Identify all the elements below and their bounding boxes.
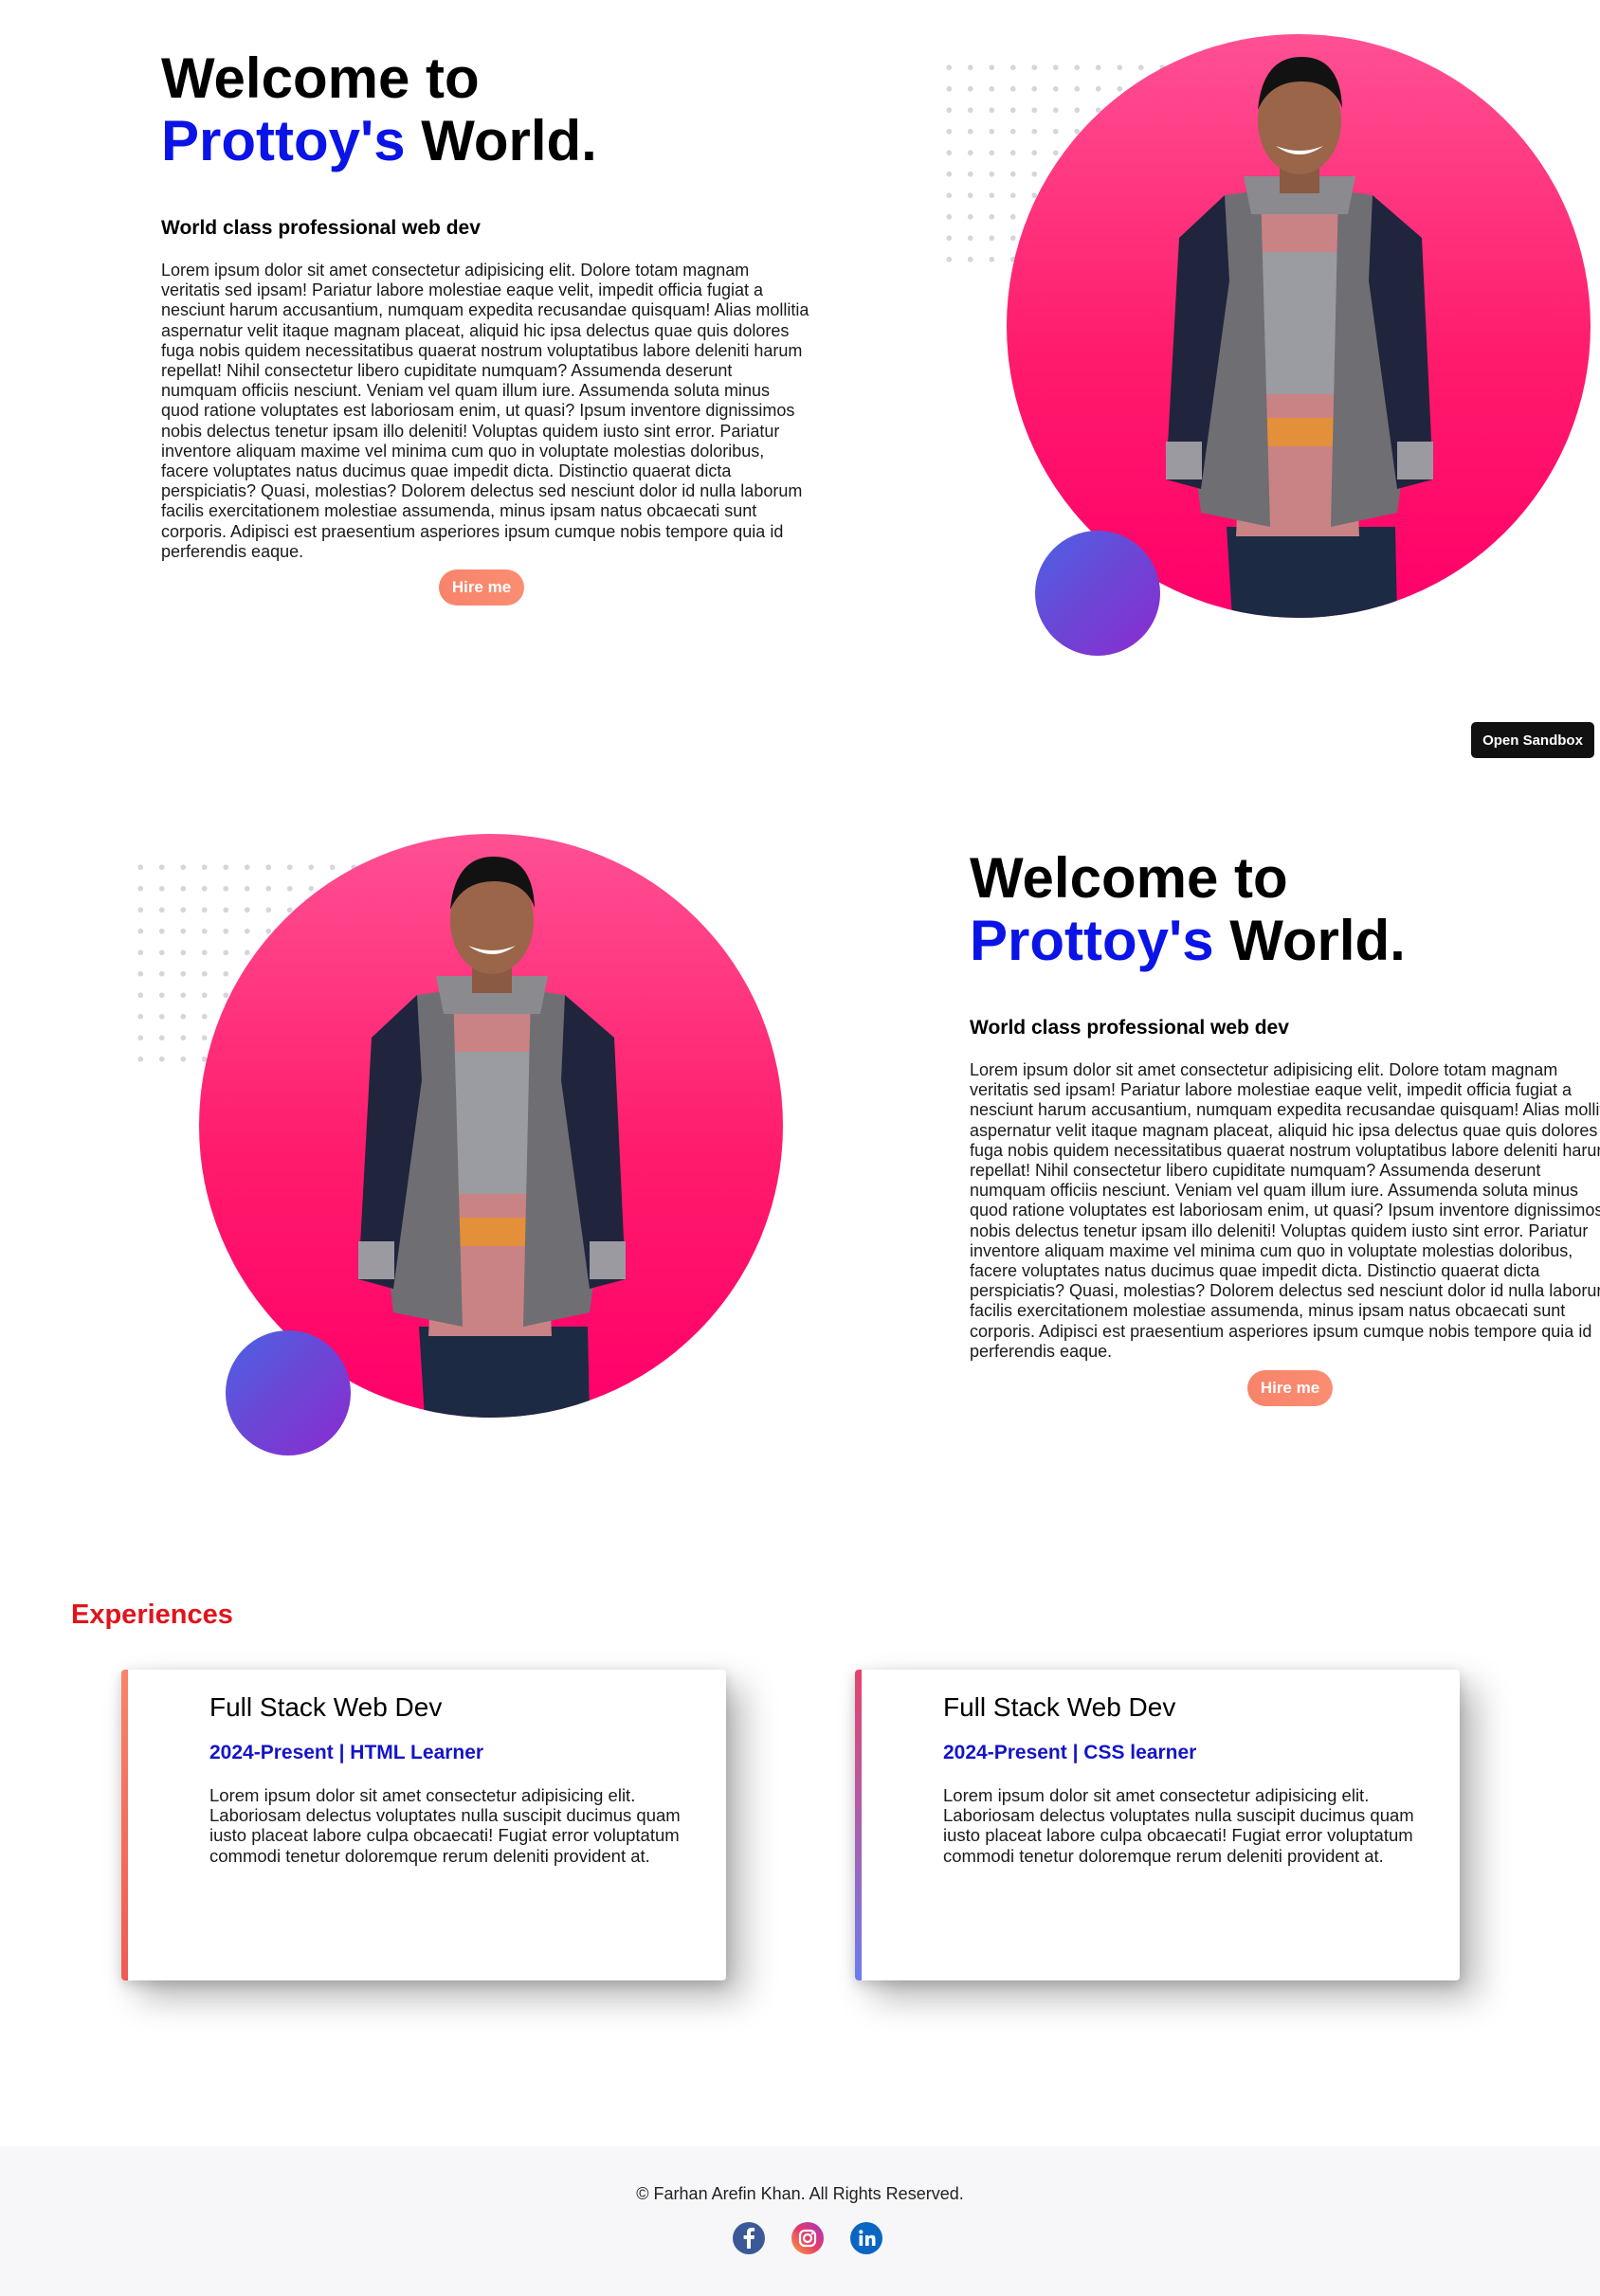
hero-title-rest: World. <box>405 109 597 172</box>
hero-title-line1: Welcome to <box>970 846 1288 910</box>
hero-body-clip: Lorem ipsum dolor sit amet consectetur a… <box>970 1060 1600 1364</box>
facebook-icon[interactable] <box>733 2222 765 2254</box>
experiences-heading: Experiences <box>71 1600 233 1630</box>
hero-title: Welcome to Prottoy's World. <box>970 847 1557 972</box>
hero-body: Lorem ipsum dolor sit amet consectetur a… <box>161 261 809 561</box>
hero-title-name: Prottoy's <box>970 909 1214 972</box>
experience-period: 2024-Present | HTML Learner <box>209 1742 484 1763</box>
hero-title-rest: World. <box>1213 909 1406 972</box>
experience-period: 2024-Present | CSS learner <box>943 1742 1197 1763</box>
instagram-icon[interactable] <box>791 2222 824 2254</box>
hero-title-name: Prottoy's <box>161 109 406 172</box>
hero-subtitle: World class professional web dev <box>161 217 481 239</box>
experience-card: Full Stack Web Dev 2024-Present | CSS le… <box>855 1670 1460 1980</box>
linkedin-icon[interactable] <box>850 2222 882 2254</box>
experience-card: Full Stack Web Dev 2024-Present | HTML L… <box>121 1670 726 1980</box>
experience-accent-bar <box>855 1670 862 1980</box>
experience-description: Lorem ipsum dolor sit amet consectetur a… <box>209 1785 681 1866</box>
copyright-text: © Farhan Arefin Khan. All Rights Reserve… <box>636 2184 964 2203</box>
experience-accent-bar <box>121 1670 128 1980</box>
hero-subtitle: World class professional web dev <box>970 1017 1289 1039</box>
hero-body: Lorem ipsum dolor sit amet consectetur a… <box>970 1060 1600 1361</box>
decorative-purple-circle <box>1035 531 1160 656</box>
hero-title: Welcome to Prottoy's World. <box>161 47 730 172</box>
experience-role: Full Stack Web Dev <box>209 1692 443 1722</box>
hero-title-line1: Welcome to <box>161 46 480 110</box>
footer: © Farhan Arefin Khan. All Rights Reserve… <box>0 2146 1600 2296</box>
experience-description: Lorem ipsum dolor sit amet consectetur a… <box>943 1785 1414 1866</box>
open-sandbox-button[interactable]: Open Sandbox <box>1471 722 1594 758</box>
hire-me-button[interactable]: Hire me <box>1247 1370 1333 1406</box>
experience-role: Full Stack Web Dev <box>943 1692 1176 1722</box>
decorative-purple-circle <box>226 1330 351 1455</box>
hire-me-button[interactable]: Hire me <box>439 569 524 606</box>
